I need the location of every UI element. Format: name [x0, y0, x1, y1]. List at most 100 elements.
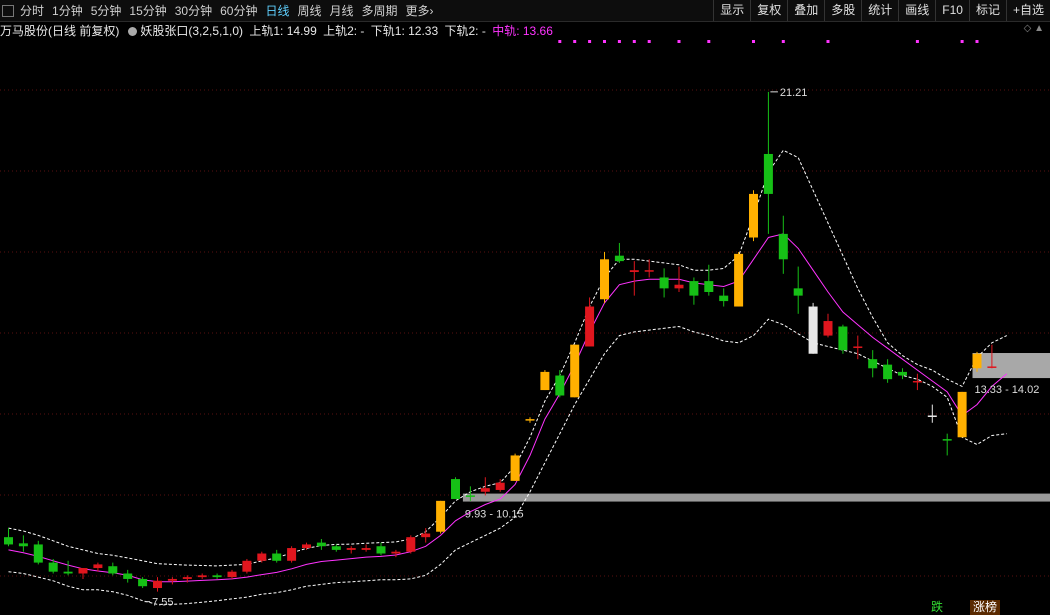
- signal-dot: [915, 40, 919, 43]
- tab-1min[interactable]: 1分钟: [52, 2, 83, 20]
- toolbar-actions: 显示 复权 叠加 多股 统计 画线 F10 标记 +自选: [713, 0, 1050, 21]
- candle-body: [793, 288, 803, 296]
- candle-body: [18, 543, 28, 547]
- candle-body: [153, 580, 162, 589]
- candle-body: [212, 575, 222, 578]
- indicator-infobar: 万马股份(日线 前复权) 妖股张口(3,2,5,1,0) 上轨1: 14.99 上…: [0, 22, 1050, 40]
- candle-body: [942, 439, 952, 441]
- candle-body: [465, 495, 475, 497]
- candle-body: [912, 380, 922, 383]
- upper-band-2: 上轨2: -: [323, 24, 365, 38]
- signal-dot: [647, 40, 651, 43]
- candle-body: [316, 542, 326, 547]
- tab-more-label: 更多: [405, 4, 430, 18]
- candle-body: [674, 284, 684, 289]
- statistics-button[interactable]: 统计: [861, 0, 898, 21]
- candle-body: [719, 295, 729, 302]
- candle-body: [987, 366, 997, 368]
- tab-15min[interactable]: 15分钟: [129, 2, 166, 20]
- lower-band-1: 下轨1: 12.33: [370, 24, 439, 38]
- lower-band-line: [8, 318, 1007, 605]
- candle-body: [927, 415, 937, 417]
- candle-body: [495, 482, 505, 490]
- tab-multi-period[interactable]: 多周期: [362, 2, 398, 20]
- signal-dot: [960, 40, 964, 43]
- window-toggle-icon[interactable]: [2, 5, 14, 17]
- diamond-icon[interactable]: ◇: [1024, 23, 1032, 34]
- candle-body: [421, 533, 431, 538]
- candle-body: [227, 571, 237, 578]
- candle-body: [346, 548, 356, 550]
- candle-body: [376, 546, 386, 554]
- candle-body: [138, 578, 148, 587]
- middle-band: 中轨: 13.66: [492, 24, 553, 38]
- candle-body: [525, 419, 535, 421]
- mark-button[interactable]: 标记: [968, 0, 1006, 21]
- tab-daily[interactable]: 日线: [265, 2, 289, 20]
- support-zone-high: [972, 353, 1050, 379]
- draw-line-button[interactable]: 画线: [898, 0, 935, 21]
- support-zone-low: [462, 493, 1050, 502]
- lower-band-2: 下轨2: -: [444, 24, 486, 38]
- zone-high-label: 13.33 - 14.02: [975, 384, 1040, 396]
- candle-body: [570, 344, 580, 398]
- candle-body: [540, 371, 550, 391]
- candle-body: [4, 537, 13, 545]
- candle-body: [823, 321, 833, 336]
- tab-weekly[interactable]: 周线: [297, 2, 321, 20]
- candle-body: [749, 193, 758, 238]
- signal-dot: [632, 40, 636, 43]
- signal-dot: [588, 40, 592, 43]
- tab-60min[interactable]: 60分钟: [220, 2, 257, 20]
- signal-dot: [617, 40, 621, 43]
- candle-body: [242, 560, 252, 572]
- candle-body: [763, 153, 773, 194]
- multi-stock-button[interactable]: 多股: [824, 0, 861, 21]
- display-button[interactable]: 显示: [713, 0, 750, 21]
- grid: [0, 89, 1050, 577]
- signal-dot: [573, 40, 577, 43]
- add-watchlist-button[interactable]: +自选: [1005, 0, 1050, 21]
- candle-body: [272, 553, 282, 561]
- candle-body: [808, 306, 818, 354]
- indicator-settings-icon[interactable]: [128, 27, 138, 36]
- signal-dot: [707, 40, 711, 43]
- signal-dot: [603, 40, 606, 43]
- candle-body: [48, 562, 58, 572]
- zone-low-label: 9.93 - 10.15: [465, 509, 524, 521]
- adjust-button[interactable]: 复权: [750, 0, 787, 21]
- candle-body: [257, 553, 267, 561]
- signal-dots: [558, 40, 979, 43]
- candle-body: [480, 488, 490, 492]
- candle-body: [197, 575, 207, 578]
- candle-body: [734, 253, 744, 307]
- candle-body: [600, 259, 609, 300]
- candle-body: [451, 479, 460, 500]
- tab-30min[interactable]: 30分钟: [175, 2, 212, 20]
- tab-5min[interactable]: 5分钟: [91, 2, 122, 20]
- scroll-up-icon[interactable]: ▲: [1034, 23, 1044, 34]
- candle-body: [778, 233, 788, 260]
- candle-body: [182, 577, 192, 579]
- candle-body: [689, 281, 699, 296]
- candle-body: [167, 578, 177, 581]
- drop-badge[interactable]: 跌: [928, 600, 946, 615]
- candlestick-chart[interactable]: 21.21 7.55 13.33 - 14.02 9.93 - 10.15: [0, 40, 1050, 615]
- candle-body: [957, 391, 967, 438]
- candle-body: [391, 551, 401, 554]
- tab-monthly[interactable]: 月线: [330, 2, 354, 20]
- candle-body: [108, 566, 118, 574]
- candle-body: [972, 353, 982, 369]
- signal-dot: [558, 40, 562, 43]
- tab-intraday[interactable]: 分时: [20, 2, 44, 20]
- f10-button[interactable]: F10: [935, 0, 969, 21]
- tab-more[interactable]: 更多›: [406, 2, 434, 20]
- signal-dot: [975, 40, 979, 43]
- candle-body: [883, 364, 893, 380]
- candle-body: [510, 455, 520, 481]
- candle-body: [868, 359, 878, 369]
- overlay-button[interactable]: 叠加: [787, 0, 824, 21]
- limit-up-badge[interactable]: 涨榜: [970, 600, 1001, 615]
- indicator-name[interactable]: 妖股张口(3,2,5,1,0): [140, 24, 243, 38]
- stock-name[interactable]: 万马股份(日线 前复权): [0, 24, 119, 38]
